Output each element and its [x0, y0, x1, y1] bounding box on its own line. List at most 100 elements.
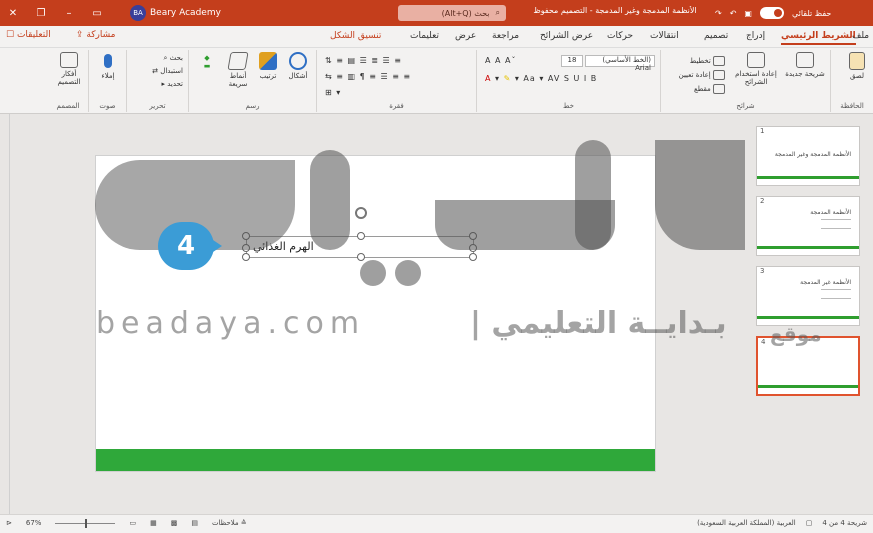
tab-transitions[interactable]: انتقالات [650, 31, 679, 41]
slide-thumbnail-1[interactable]: 1 الأنظمة المدمجة وغير المدمجة [756, 126, 860, 186]
presenter-view-icon[interactable]: ▭ [129, 519, 136, 527]
slide-green-bar [96, 449, 655, 471]
tab-home[interactable]: الشريط الرئيسي [781, 31, 856, 45]
clipboard-label: الحافظة [840, 102, 864, 110]
reset-button[interactable]: إعادة تعيين [665, 70, 725, 80]
share-button[interactable]: ⇪ مشاركة [76, 30, 115, 40]
tab-shape-format[interactable]: تنسيق الشكل [330, 31, 381, 41]
zoom-level[interactable]: 67% [26, 519, 42, 527]
close-icon[interactable]: ✕ [8, 8, 18, 19]
resize-handle-bl[interactable] [242, 253, 250, 261]
slide-number: 1 [760, 127, 765, 135]
restore-icon[interactable]: ❐ [36, 8, 46, 19]
left-scrollbar[interactable] [0, 114, 10, 514]
slides-label: شرائح [736, 102, 755, 110]
paragraph-group: ⇅ ≡ ▤ ☰ ≣ ☰ ≡ ⇆ ≡ ▥ ¶ ≡ ☰ ≡ ≡ ⊞ ▾ فقرة [316, 50, 476, 112]
avatar: BA [130, 5, 146, 21]
section-button[interactable]: مقطع [665, 84, 725, 94]
paragraph-row-1[interactable]: ⇅ ≡ ▤ ☰ ≣ ☰ ≡ [325, 56, 402, 65]
find-button[interactable]: ⌕ بحث [133, 54, 184, 63]
language-indicator[interactable]: العربية (المملكة العربية السعودية) [697, 519, 796, 527]
quick-styles-button[interactable]: أنماط سريعة [223, 52, 253, 88]
tab-help[interactable]: تعليمات [410, 31, 439, 41]
status-bar: ⊳ 67% ▭ ▦ ▩ ▤ ملاحظات ≙ العربية (المملكة… [0, 514, 873, 533]
minimize-icon[interactable]: – [64, 8, 74, 19]
search-icon: ⌕ [495, 8, 500, 17]
resize-handle-br[interactable] [469, 253, 477, 261]
paste-button[interactable]: لصق [843, 52, 871, 80]
drawing-label: رسم [245, 102, 260, 110]
textbox-text[interactable]: الهرم الغذائي [253, 240, 314, 253]
undo-icon[interactable]: ↶ [730, 9, 737, 18]
paragraph-label: فقرة [389, 102, 404, 110]
new-slide-button[interactable]: شريحة جديدة [783, 52, 827, 78]
font-label: خط [563, 102, 574, 110]
replace-button[interactable]: ⇄ استبدال [133, 67, 183, 75]
watermark-domain: beadaya.com [96, 306, 366, 341]
tab-file[interactable]: ملف [852, 31, 869, 41]
tab-design[interactable]: تصميم [704, 31, 728, 41]
tab-insert[interactable]: إدراج [746, 31, 765, 41]
editing-group: ⌕ بحث ⇄ استبدال ▸ تحديد تحرير [126, 50, 188, 112]
resize-handle-t[interactable] [357, 232, 365, 240]
layout-button[interactable]: تخطيط [665, 56, 725, 66]
search-box[interactable]: (Alt+Q) بحث ⌕ [398, 5, 506, 21]
search-hint: (Alt+Q) بحث [441, 8, 490, 18]
slide-number: 2 [760, 197, 765, 205]
font-name-select[interactable]: (الخط الأساسي) Arial [585, 55, 655, 72]
zoom-slider[interactable] [55, 518, 116, 528]
tab-slideshow[interactable]: عرض الشرائح [540, 31, 593, 41]
accessibility-icon[interactable]: ▢ [806, 519, 813, 527]
shape-fill-button[interactable]: ◆ ▬ [195, 54, 219, 70]
voice-label: صوت [99, 102, 116, 110]
tab-review[interactable]: مراجعة [492, 31, 519, 41]
slide-thumbnail-3[interactable]: 3 الأنظمة غير المدمجة [756, 266, 860, 326]
slide-thumbnail-title: الأنظمة غير المدمجة [800, 279, 851, 286]
shapes-button[interactable]: أشكال [283, 52, 313, 80]
slide-number: 3 [760, 267, 765, 275]
comments-button[interactable]: ☐ التعليقات [6, 30, 51, 40]
reading-view-icon[interactable]: ▦ [150, 519, 157, 527]
notes-button[interactable]: ملاحظات ≙ [212, 519, 247, 527]
ribbon-display-icon[interactable]: ▭ [92, 8, 102, 19]
redo-icon[interactable]: ↷ [715, 9, 722, 18]
normal-view-icon[interactable]: ▤ [191, 519, 198, 527]
slide-sorter-icon[interactable]: ▩ [171, 519, 178, 527]
slide-thumbnail-title: الأنظمة المدمجة [810, 209, 851, 216]
dictate-button[interactable]: إملاء [93, 52, 123, 80]
resize-handle-b[interactable] [357, 253, 365, 261]
designer-label: المصمم [56, 102, 80, 110]
document-title: الأنظمة المدمجة وغير المدمجة - التصميم م… [533, 6, 697, 15]
font-size-select[interactable]: 18 [561, 55, 583, 67]
resize-handle-tl[interactable] [242, 232, 250, 240]
font-row-2[interactable]: A ▾ ✎ ▾ Aa ▾ AV S U I B [485, 74, 597, 83]
paragraph-row-3[interactable]: ⊞ ▾ [325, 88, 341, 97]
designer-group: أفكار التصميم المصمم [48, 50, 88, 112]
account[interactable]: BA Beary Academy [130, 5, 221, 21]
title-bar: ✕ ❐ – ▭ BA Beary Academy (Alt+Q) بحث ⌕ ا… [0, 0, 873, 26]
tab-view[interactable]: عرض [455, 31, 476, 41]
save-icon[interactable]: ▣ [744, 9, 752, 18]
ribbon-tabs: ☐ التعليقات ⇪ مشاركة تنسيق الشكل تعليمات… [0, 26, 873, 48]
editing-label: تحرير [149, 102, 166, 110]
resize-handle-r[interactable] [469, 244, 477, 252]
powerpoint-window: ✕ ❐ – ▭ BA Beary Academy (Alt+Q) بحث ⌕ ا… [0, 0, 873, 533]
selected-textbox[interactable]: الهرم الغذائي [242, 207, 477, 261]
rotate-handle[interactable] [355, 207, 367, 219]
resize-handle-tr[interactable] [469, 232, 477, 240]
design-ideas-button[interactable]: أفكار التصميم [52, 52, 86, 86]
fit-slide-icon[interactable]: ⊳ [6, 519, 12, 527]
resize-handle-l[interactable] [242, 244, 250, 252]
select-button[interactable]: ▸ تحديد [133, 80, 183, 88]
slide-thumbnail-2[interactable]: 2 الأنظمة المدمجة [756, 196, 860, 256]
step-badge: 4 [158, 222, 222, 270]
slide-thumbnails-pane: 1 الأنظمة المدمجة وغير المدمجة 2 الأنظمة… [744, 114, 873, 514]
slide-number: 4 [761, 338, 766, 346]
tab-animations[interactable]: حركات [607, 31, 633, 41]
arrange-button[interactable]: ترتيب [255, 52, 281, 80]
autosave-label: حفظ تلقائي [791, 8, 832, 18]
reuse-slides-button[interactable]: إعادة استخدام الشرائح [731, 52, 781, 86]
font-row-1[interactable]: A A Aˇ [485, 56, 517, 65]
autosave-toggle[interactable] [759, 7, 784, 19]
paragraph-row-2[interactable]: ⇆ ≡ ▥ ¶ ≡ ☰ ≡ ≡ [325, 72, 411, 81]
